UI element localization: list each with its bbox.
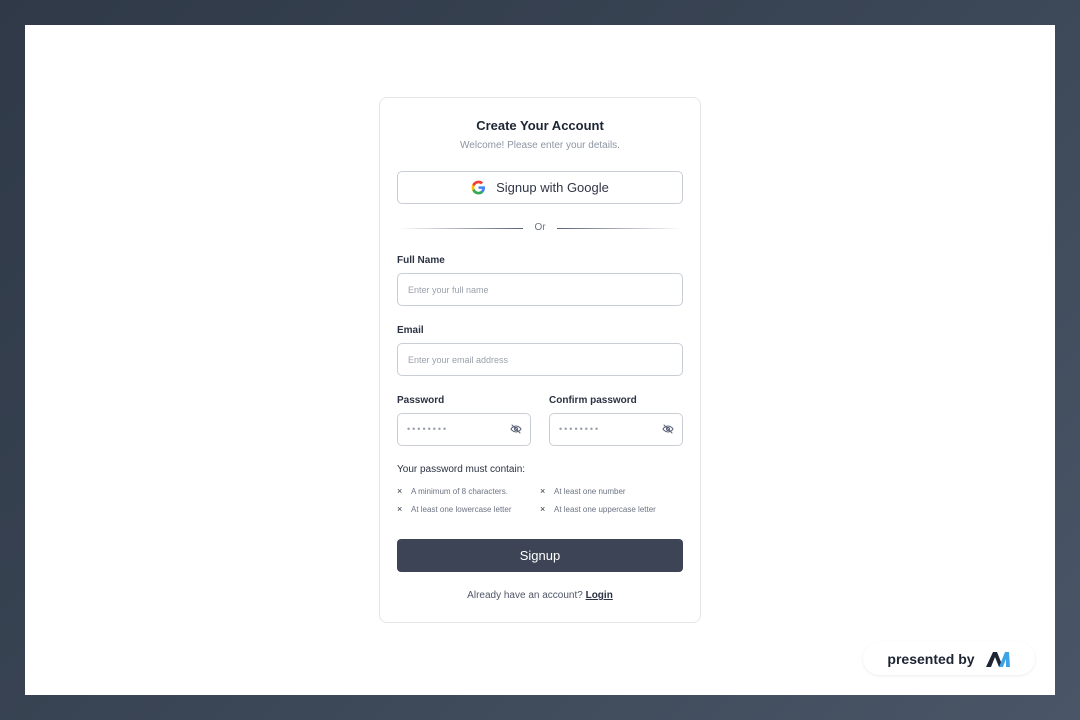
confirm-password-label: Confirm password xyxy=(549,395,637,406)
requirement-item: × At least one number xyxy=(540,486,626,496)
signup-with-google-button[interactable]: Signup with Google xyxy=(397,171,683,204)
badge-text: presented by xyxy=(887,650,975,667)
or-divider: Or xyxy=(397,222,683,234)
requirement-item: × At least one lowercase letter xyxy=(397,504,512,514)
email-input[interactable] xyxy=(397,343,683,376)
login-prompt: Already have an account? Login xyxy=(380,590,700,601)
divider-line-right xyxy=(557,228,683,229)
presented-by-badge[interactable]: presented by xyxy=(863,642,1035,675)
page-subtitle: Welcome! Please enter your details. xyxy=(460,140,620,151)
close-x-icon: × xyxy=(397,486,403,496)
canvas: Create Your Account Welcome! Please ente… xyxy=(25,25,1055,695)
login-prompt-text: Already have an account? xyxy=(467,590,586,601)
google-icon xyxy=(471,180,486,195)
signup-card: Create Your Account Welcome! Please ente… xyxy=(379,97,701,623)
requirement-text: At least one uppercase letter xyxy=(554,504,656,514)
password-field: •••••••• xyxy=(397,413,531,446)
password-requirements-title: Your password must contain: xyxy=(397,464,526,475)
requirement-text: A minimum of 8 characters. xyxy=(411,486,508,496)
eye-off-icon[interactable] xyxy=(662,423,674,435)
google-button-label: Signup with Google xyxy=(496,180,609,195)
login-link[interactable]: Login xyxy=(586,590,613,601)
requirement-text: At least one lowercase letter xyxy=(411,504,512,514)
eye-off-icon[interactable] xyxy=(510,423,522,435)
close-x-icon: × xyxy=(540,504,546,514)
password-label: Password xyxy=(397,395,445,406)
page-title: Create Your Account xyxy=(476,118,604,133)
confirm-password-field: •••••••• xyxy=(549,413,683,446)
full-name-input[interactable] xyxy=(397,273,683,306)
requirement-text: At least one number xyxy=(554,486,626,496)
close-x-icon: × xyxy=(540,486,546,496)
close-x-icon: × xyxy=(397,504,403,514)
email-label: Email xyxy=(397,325,424,336)
requirement-item: × A minimum of 8 characters. xyxy=(397,486,508,496)
full-name-label: Full Name xyxy=(397,255,445,266)
requirement-item: × At least one uppercase letter xyxy=(540,504,656,514)
brand-logo-icon xyxy=(985,651,1010,667)
signup-button[interactable]: Signup xyxy=(397,539,683,572)
